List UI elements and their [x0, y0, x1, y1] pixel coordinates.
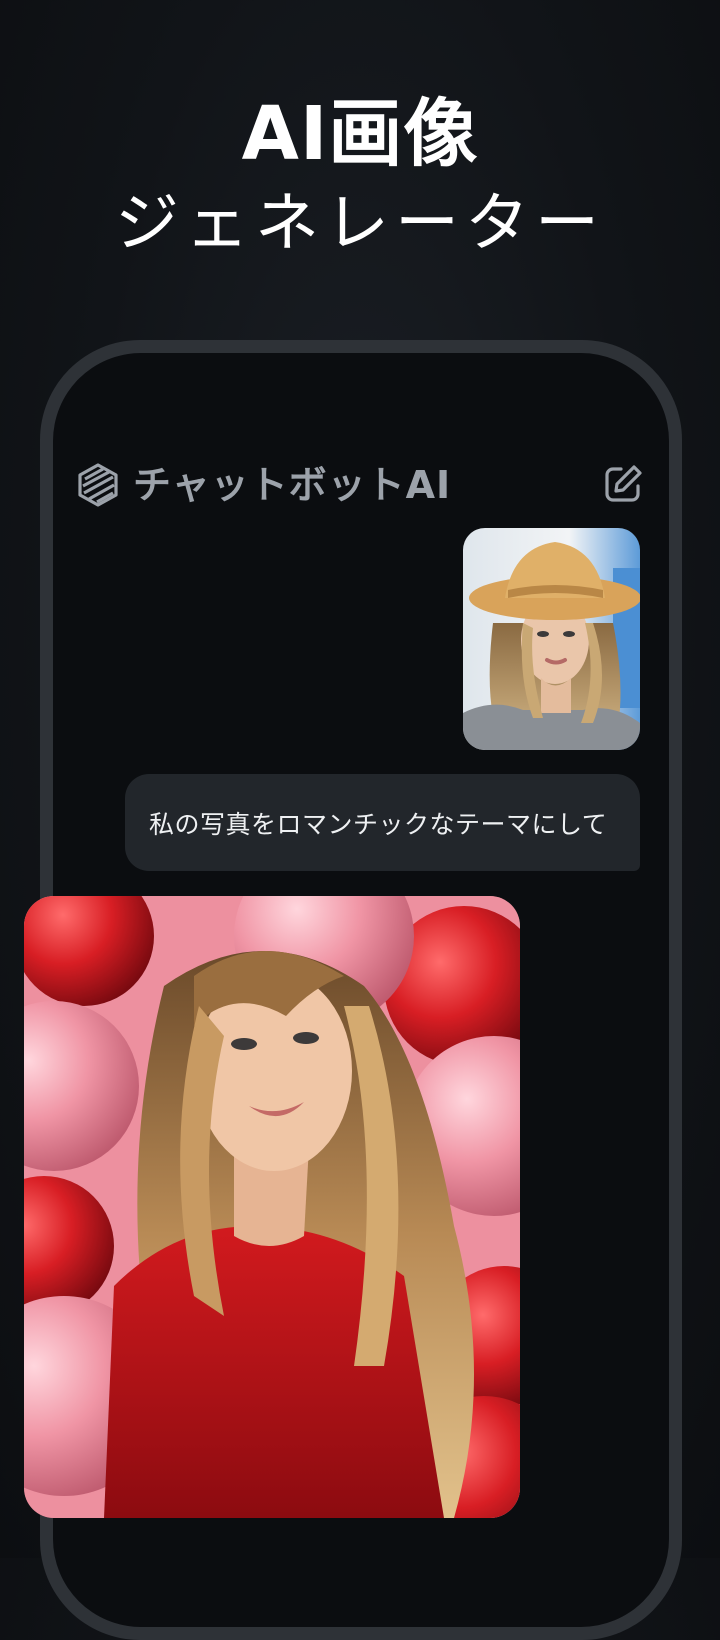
app-header: チャットボットAI	[75, 458, 645, 514]
user-message-bubble: 私の写真をロマンチックなテーマにして	[125, 774, 640, 871]
result-photo[interactable]	[24, 896, 520, 1518]
headline-subtitle: ジェネレーター	[115, 187, 605, 261]
edit-icon	[605, 465, 642, 502]
edit-button[interactable]	[601, 462, 645, 506]
headline-title: AI画像	[241, 91, 479, 177]
user-message-text: 私の写真をロマンチックなテーマにして	[149, 809, 608, 839]
headline: AI画像 ジェネレーター	[0, 86, 720, 266]
app-title: チャットボットAI	[133, 463, 452, 507]
sent-photo[interactable]	[463, 528, 640, 750]
logo-icon	[75, 462, 121, 508]
